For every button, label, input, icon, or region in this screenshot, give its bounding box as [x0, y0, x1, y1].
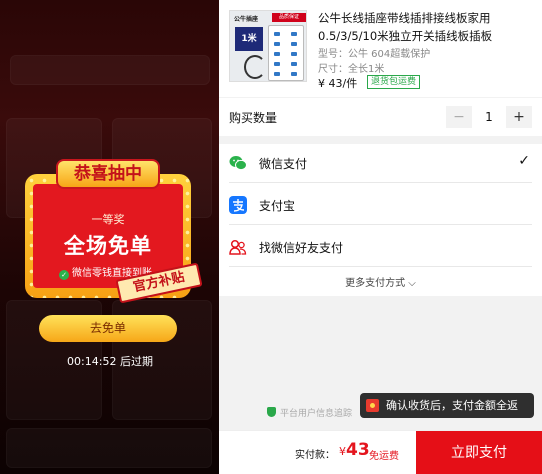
power-cord-image [244, 55, 266, 79]
shield-icon [267, 407, 276, 417]
payment-label-wechat: 微信支付 [259, 157, 308, 171]
congrats-ribbon: 恭喜抽中 [56, 159, 160, 189]
total-amount: ¥43 [339, 440, 370, 460]
quantity-value[interactable]: 1 [474, 106, 504, 128]
quantity-minus-button[interactable]: − [446, 106, 472, 128]
alipay-icon [229, 196, 247, 214]
prize-name: 全场免单 [64, 234, 152, 258]
prize-tier: 一等奖 [91, 213, 125, 226]
checkout-bar: 实付款： ¥43 免运费 立即支付 [219, 430, 542, 474]
background-card [10, 55, 210, 85]
product-card: 公牛插座 品质保证 1米 公牛长线插座带线插排接线板家用0.5/3/5/10米独… [219, 0, 542, 97]
divider [229, 266, 532, 267]
quantity-row: 购买数量 − 1 + [219, 98, 542, 136]
return-shipping-tag: 退货包运费 [367, 75, 421, 89]
go-free-order-button[interactable]: 去免单 [39, 315, 177, 342]
pay-now-button[interactable]: 立即支付 [416, 431, 542, 474]
chevron-down-icon: ⌵ [408, 278, 416, 289]
payment-sheet: 公牛插座 品质保证 1米 公牛长线插座带线插排接线板家用0.5/3/5/10米独… [219, 0, 542, 474]
payment-label-friend: 找微信好友支付 [259, 241, 344, 255]
total-label: 实付款： [295, 450, 335, 461]
check-icon: ✓ [518, 153, 530, 169]
red-envelope-icon [366, 399, 379, 412]
quantity-label: 购买数量 [229, 111, 278, 125]
free-shipping-label: 免运费 [369, 451, 399, 462]
check-circle-icon: ✓ [59, 270, 69, 280]
payment-option-alipay[interactable]: 支付宝 [219, 186, 542, 224]
payment-option-friend[interactable]: 找微信好友支付 [219, 228, 542, 266]
security-notice: 平台用户信息追踪 [267, 406, 352, 419]
payment-option-wechat[interactable]: 微信支付 ✓ [219, 144, 542, 182]
product-model: 型号：公牛 604超载保护 [318, 49, 431, 60]
currency-symbol: ¥ [339, 445, 346, 458]
divider [229, 182, 532, 183]
thumb-length: 1米 [235, 27, 263, 51]
cashback-tooltip: 确认收货后，支付金额全返 [360, 393, 534, 418]
product-size: 尺寸：全长1米 [318, 64, 385, 75]
thumb-badge: 品质保证 [272, 13, 306, 22]
product-title: 公牛长线插座带线插排接线板家用0.5/3/5/10米独立开关插线板插板 [318, 11, 493, 43]
friends-icon [229, 239, 247, 255]
divider [229, 224, 532, 225]
product-price: ¥ 43/件 [318, 77, 358, 90]
quantity-plus-button[interactable]: + [506, 106, 532, 128]
security-text: 平台用户信息追踪 [280, 409, 353, 419]
thumb-brand: 公牛插座 [234, 16, 259, 23]
tooltip-text: 确认收货后，支付金额全返 [386, 399, 518, 412]
payment-label-alipay: 支付宝 [259, 199, 296, 213]
more-payment-label: 更多支付方式 [345, 278, 406, 289]
background-blur [0, 22, 219, 44]
more-payment-methods[interactable]: 更多支付方式 ⌵ [219, 274, 542, 289]
promo-panel: 恭喜抽中 一等奖 全场免单 ✓ 微信零钱直接到账 官方补贴 去免单 00:14:5… [0, 0, 219, 474]
amount-value: 43 [346, 440, 370, 460]
countdown-timer: 00:14:52 后过期 [67, 355, 153, 368]
background-card [6, 428, 212, 468]
power-strip-image [268, 25, 304, 81]
wechat-pay-icon [229, 156, 247, 171]
product-thumbnail[interactable]: 公牛插座 品质保证 1米 [229, 10, 307, 82]
